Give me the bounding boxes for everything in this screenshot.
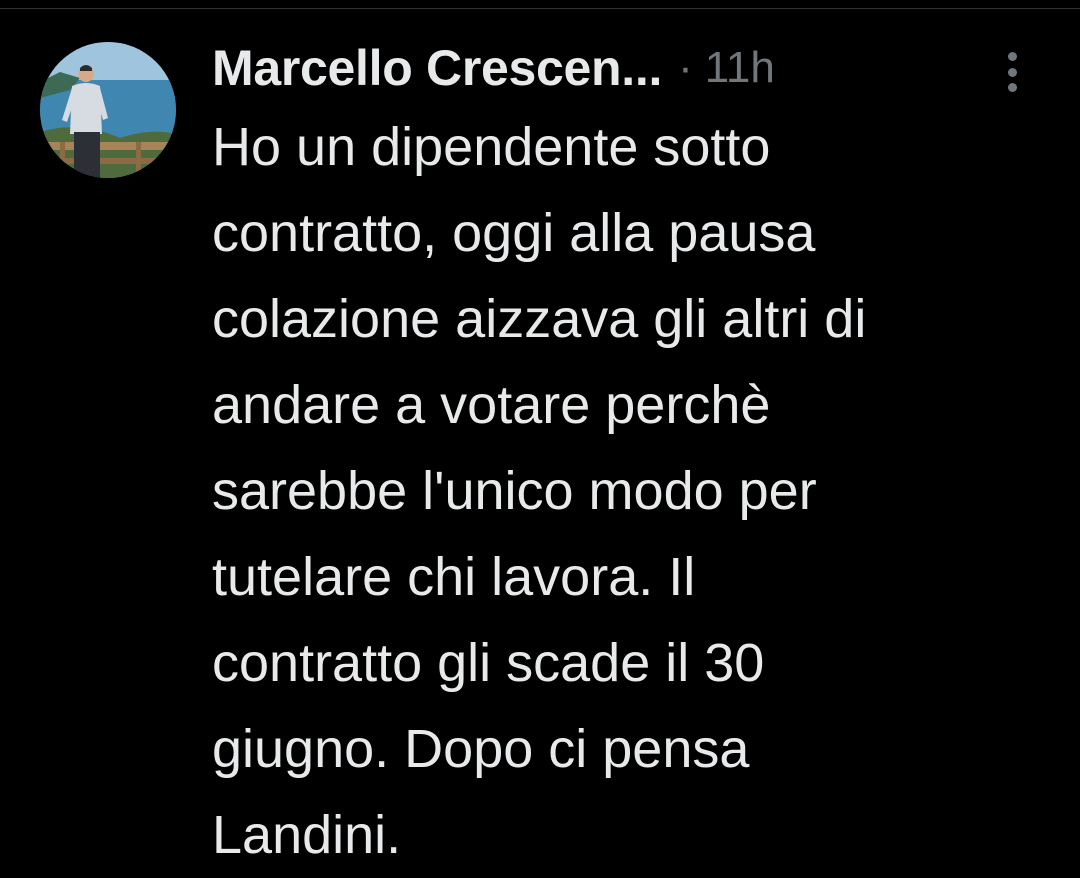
author-display-name[interactable]: Marcello Crescen... (212, 39, 662, 97)
avatar-photo (40, 42, 176, 178)
tweet-text-line: colazione aizzava gli altri di (212, 289, 867, 349)
more-vertical-icon[interactable] (996, 48, 1028, 96)
tweet-text-line: tutelare chi lavora. Il (212, 547, 696, 607)
tweet-text-line: contratto gli scade il 30 (212, 633, 765, 693)
more-dot (1007, 67, 1017, 77)
tweet-text-line: Landini. (212, 805, 402, 865)
tweet-text-line: sarebbe l'unico modo per (212, 461, 817, 521)
avatar[interactable] (40, 42, 176, 178)
more-dot (1007, 52, 1017, 61)
tweet-header: Marcello Crescen... · 11h (212, 36, 775, 100)
tweet-text: Ho un dipendente sotto contratto, oggi a… (212, 104, 1032, 878)
tweet-timestamp[interactable]: 11h (705, 43, 775, 93)
tweet-text-line: Ho un dipendente sotto (212, 117, 771, 177)
tweet-text-line: contratto, oggi alla pausa (212, 203, 816, 263)
header-separator: · (678, 43, 693, 92)
tweet-text-line: giugno. Dopo ci pensa (212, 719, 750, 779)
tweet-text-line: andare a votare perchè (212, 375, 771, 435)
more-dot (1007, 83, 1017, 92)
tweet[interactable]: Marcello Crescen... · 11h Ho un dipenden… (0, 0, 1080, 878)
